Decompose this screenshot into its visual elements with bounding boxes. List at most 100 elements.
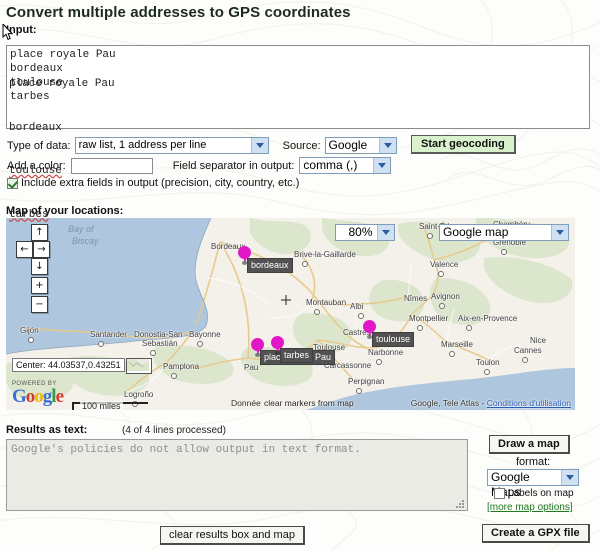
- map-pan-up-button[interactable]: ↑: [31, 224, 48, 241]
- map-city-dot: [356, 388, 362, 394]
- map-city-dot: [466, 325, 472, 331]
- map-city-dot: [522, 357, 528, 363]
- map-city-label: Albi: [350, 302, 364, 311]
- page-root: Convert multiple addresses to GPS coordi…: [0, 4, 600, 551]
- map-scale-miles: 100 miles: [80, 401, 123, 410]
- more-map-options-link[interactable]: [more map options]: [487, 502, 573, 513]
- map-city-dot: [417, 325, 423, 331]
- map-zoom-percent-select[interactable]: 80%: [335, 224, 395, 241]
- map-city-label: Valence: [430, 260, 459, 269]
- field-separator-select[interactable]: comma (,): [299, 157, 392, 174]
- map-attribution: Google, Tele Atlas - Conditions d'utilis…: [411, 398, 571, 408]
- map-city-dot: [427, 233, 433, 239]
- addresses-input[interactable]: [6, 45, 590, 129]
- include-extra-fields-checkbox[interactable]: [7, 177, 18, 189]
- add-color-label: Add a color:: [7, 159, 66, 172]
- map-zoom-percent-select-wrap[interactable]: 80%: [335, 224, 395, 241]
- map-city-label: Donostia-San: [134, 330, 183, 339]
- map-city-dot: [197, 341, 203, 347]
- map-zoom-out-button[interactable]: −: [31, 296, 48, 313]
- google-wordmark: Google: [12, 386, 64, 407]
- results-count: (4 of 4 lines processed): [122, 425, 226, 436]
- map-city-label: Gijón: [20, 326, 39, 335]
- map-city-label: Pamplona: [163, 362, 200, 371]
- map-city-label: Montpellier: [409, 314, 449, 323]
- map-city-dot: [98, 341, 104, 347]
- input-label-text: Input:: [6, 24, 37, 36]
- map-city-dot: [438, 271, 444, 277]
- labels-on-map-label: Labels on map: [508, 488, 574, 499]
- map-overview-thumbnail[interactable]: [126, 358, 152, 374]
- map-pan-right-button[interactable]: →: [33, 241, 50, 258]
- add-color-row: Add a color: Field separator in output: …: [7, 157, 392, 174]
- map-city-label: Brive-la-Gaillarde: [294, 250, 356, 259]
- map-type-select-wrap[interactable]: Google map: [439, 224, 569, 241]
- type-of-data-select-wrap[interactable]: raw list, 1 address per line: [74, 137, 269, 154]
- labels-on-map-row[interactable]: Labels on map: [494, 488, 574, 499]
- map-center-readout: Center: 44.03537,0.43251: [12, 358, 125, 372]
- map-city-dot: [28, 337, 34, 343]
- source-select[interactable]: Google: [324, 137, 397, 154]
- include-extra-fields-label: Include extra fields in output (precisio…: [21, 177, 300, 189]
- map-city-label: Marseille: [441, 340, 474, 349]
- map-city-label: Narbonne: [368, 348, 404, 357]
- map-city-label: Perpignan: [348, 377, 385, 386]
- clear-markers-from-map-link[interactable]: clear markers from map: [264, 398, 354, 408]
- map-marker-label: tarbes: [280, 348, 314, 363]
- terms-of-use-link[interactable]: Conditions d'utilisation: [487, 398, 571, 408]
- map-city-label: Pau: [244, 363, 259, 372]
- type-of-data-row: Type of data: raw list, 1 address per li…: [7, 137, 397, 154]
- map-city-label: Montauban: [306, 298, 347, 307]
- map-type-select[interactable]: Google map: [439, 224, 569, 241]
- type-of-data-select[interactable]: raw list, 1 address per line: [74, 137, 269, 154]
- map-city-dot: [501, 249, 507, 255]
- map-city-label: Sebastián: [142, 339, 178, 348]
- map-city-label: Toulon: [476, 358, 500, 367]
- map-city-dot: [150, 350, 156, 356]
- map-pan-left-button[interactable]: ←: [16, 241, 33, 258]
- map-city-label: Avignon: [431, 292, 460, 301]
- map-city-label: Cannes: [514, 346, 542, 355]
- draw-a-map-button[interactable]: Draw a map: [489, 435, 570, 454]
- map-city-label: Santander: [90, 330, 127, 339]
- results-label: Results as text:: [6, 424, 88, 436]
- map-city-dot: [314, 309, 320, 315]
- map-city-label: Nice: [530, 336, 547, 345]
- map-city-dot: [439, 303, 445, 309]
- map-city-label: Biscay: [72, 236, 99, 246]
- map-city-dot: [171, 373, 177, 379]
- format-select[interactable]: Google Maps: [487, 469, 579, 499]
- source-select-wrap[interactable]: Google: [324, 137, 397, 154]
- map-city-dot: [376, 359, 382, 365]
- clear-results-button[interactable]: clear results box and map: [160, 526, 305, 545]
- source-label: Source:: [282, 139, 321, 152]
- type-of-data-label: Type of data:: [7, 139, 71, 152]
- field-separator-select-wrap[interactable]: comma (,): [299, 157, 392, 174]
- format-label: format:: [516, 456, 551, 468]
- map-city-label: Logroño: [124, 390, 154, 399]
- map-zoom-in-button[interactable]: +: [31, 277, 48, 294]
- map-marker-label: toulouse: [372, 332, 415, 347]
- map-section-label: Map of your locations:: [6, 205, 124, 217]
- map-city-dot: [302, 261, 308, 267]
- labels-on-map-checkbox[interactable]: [494, 488, 505, 499]
- create-gpx-file-button[interactable]: Create a GPX file: [482, 524, 590, 543]
- map-city-label: Nîmes: [404, 294, 428, 303]
- map-city-dot: [484, 369, 490, 375]
- map-city-dot: [358, 313, 364, 319]
- map-marker-label: bordeaux: [247, 258, 293, 273]
- map-pan-down-button[interactable]: ↓: [31, 258, 48, 275]
- include-extra-fields-row[interactable]: Include extra fields in output (precisio…: [7, 177, 299, 189]
- map-city-label: Bay of: [68, 224, 94, 234]
- start-geocoding-button[interactable]: Start geocoding: [411, 135, 516, 154]
- map-container[interactable]: Bay of Biscay Gijón Santander Donostia-San Se…: [6, 218, 575, 410]
- map-city-dot: [449, 351, 455, 357]
- page-title: Convert multiple addresses to GPS coordi…: [6, 4, 351, 21]
- results-textarea[interactable]: [6, 439, 468, 511]
- add-color-input[interactable]: [70, 157, 153, 174]
- map-city-label: Bayonne: [189, 330, 221, 339]
- map-data-credit-text: Donnée: [231, 398, 261, 408]
- input-label: Input:: [2, 24, 600, 40]
- field-separator-label: Field separator in output:: [172, 159, 295, 172]
- map-city-label: Aix-en-Provence: [458, 314, 518, 323]
